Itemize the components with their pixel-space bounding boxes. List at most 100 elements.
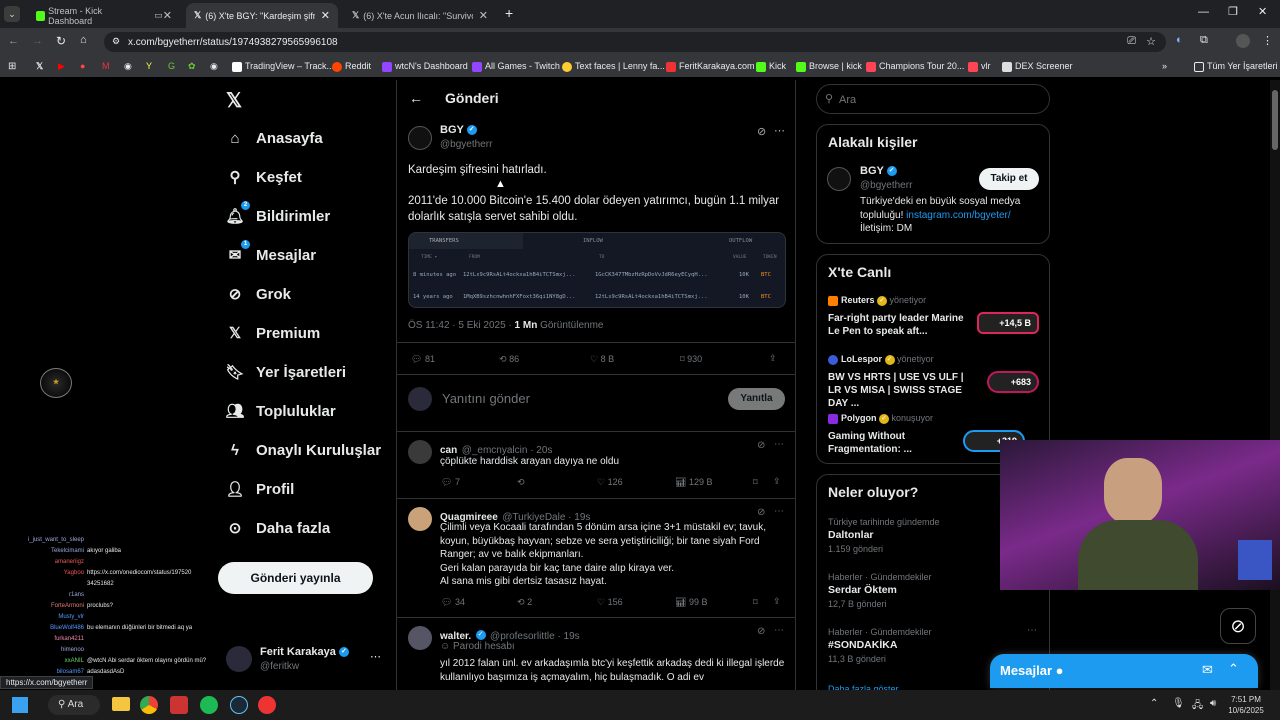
- back-icon[interactable]: ←: [8, 35, 19, 47]
- chrome-icon[interactable]: [140, 696, 158, 714]
- close-tab-icon[interactable]: ✕: [163, 9, 172, 22]
- extensions-puzzle-icon[interactable]: ⧉: [1200, 34, 1208, 47]
- reply-avatar[interactable]: [408, 507, 432, 531]
- minimize-icon[interactable]: —: [1198, 6, 1209, 18]
- reply-action[interactable]: 💬︎ 7: [441, 477, 460, 488]
- url-input[interactable]: ⚙ x.com/bgyetherr/status/197493827956599…: [104, 32, 1166, 52]
- bookmark-browse-kick[interactable]: Browse | kick: [796, 61, 862, 72]
- like-action[interactable]: ♡ 156: [597, 597, 623, 608]
- more-dots-icon[interactable]: ⋯: [774, 439, 784, 450]
- share-icon[interactable]: ⇪: [773, 596, 781, 607]
- bgy-avatar[interactable]: [408, 126, 432, 150]
- trend-name[interactable]: #SONDAKİKA: [828, 639, 897, 651]
- bookmark-leaf-icon[interactable]: ✿: [188, 61, 196, 72]
- more-dots-icon[interactable]: ⋯: [1027, 625, 1037, 636]
- grok-icon[interactable]: ⊘: [757, 440, 765, 451]
- obs-icon[interactable]: [258, 696, 276, 714]
- nav-explore[interactable]: ⚲ Keşfet: [226, 168, 302, 187]
- account-switcher[interactable]: Ferit Karakaya ✓ @feritkw ⋯: [226, 644, 384, 678]
- spotify-icon[interactable]: [200, 696, 218, 714]
- bookmark-gmail-icon[interactable]: M: [102, 61, 110, 71]
- more-bookmarks-icon[interactable]: »: [1162, 61, 1167, 71]
- tray-chevron-icon[interactable]: ⌃: [1150, 698, 1158, 709]
- file-explorer-icon[interactable]: [112, 697, 130, 711]
- trend-name[interactable]: Daltonlar: [828, 529, 874, 541]
- more-dots-icon[interactable]: ⋯: [774, 625, 784, 636]
- taskbar-search[interactable]: ⚲ Ara: [48, 695, 100, 715]
- reply-avatar[interactable]: [408, 440, 432, 464]
- post-button[interactable]: Gönderi yayınla: [218, 562, 373, 594]
- reply-action[interactable]: 💬︎ 34: [441, 597, 465, 608]
- new-tab-icon[interactable]: +: [505, 5, 513, 21]
- bookmark-icon[interactable]: ⌑: [753, 597, 758, 608]
- related-handle[interactable]: @bgyetherr: [860, 180, 912, 191]
- bookmark-action[interactable]: ⌑ 930: [680, 354, 702, 365]
- bookmark-star-icon[interactable]: ☆: [1146, 35, 1156, 48]
- more-dots-icon[interactable]: ⋯: [370, 650, 381, 663]
- bookmark-lenny[interactable]: Text faces | Lenny fa...: [562, 61, 665, 72]
- bookmark-icon[interactable]: ⌑: [753, 477, 758, 488]
- bookmark-dex-screener[interactable]: DEX Screener: [1002, 61, 1073, 72]
- bio-link[interactable]: instagram.com/bgyeter/: [906, 210, 1011, 221]
- bookmark-kick[interactable]: Kick: [756, 61, 786, 72]
- windows-start-icon[interactable]: [12, 697, 28, 713]
- apps-grid-icon[interactable]: ⊞: [8, 61, 16, 72]
- extension-icon[interactable]: ◐: [1176, 34, 1183, 46]
- nav-more[interactable]: ⊙ Daha fazla: [226, 519, 331, 538]
- follow-button[interactable]: Takip et: [979, 168, 1039, 190]
- home-icon[interactable]: ⌂: [80, 34, 87, 46]
- views-action[interactable]: 📊︎ 99 B: [675, 597, 707, 608]
- bookmark-x-icon[interactable]: 𝕏: [36, 61, 43, 72]
- x-logo-icon[interactable]: 𝕏: [226, 88, 242, 113]
- app-icon[interactable]: [170, 696, 188, 714]
- repost-action[interactable]: ⟲ 86: [499, 354, 519, 365]
- profile-avatar-icon[interactable]: [1236, 34, 1250, 48]
- bookmark-globe-icon[interactable]: ◉: [124, 61, 132, 72]
- bookmark-y-icon[interactable]: Y: [146, 61, 152, 71]
- live-item-title[interactable]: BW VS HRTS | USE VS ULF | LR VS MISA | S…: [828, 371, 978, 410]
- bookmark-wtcn[interactable]: wtcN's Dashboard: [382, 61, 468, 72]
- reload-icon[interactable]: ↻: [56, 34, 66, 48]
- page-scrollbar[interactable]: [1270, 80, 1280, 690]
- network-icon[interactable]: 🖧: [1192, 698, 1203, 715]
- messages-drawer[interactable]: Mesajlar ● ✉ ⌃: [990, 654, 1258, 688]
- nav-notifications[interactable]: 🔔︎ 2 Bildirimler: [225, 201, 330, 225]
- volume-icon[interactable]: 🔊︎: [1210, 698, 1216, 709]
- share-icon[interactable]: ⇪: [773, 476, 781, 487]
- repost-action[interactable]: ⟲: [517, 477, 525, 488]
- like-action[interactable]: ♡ 8 B: [590, 354, 614, 365]
- close-tab-icon[interactable]: ✕: [479, 9, 488, 22]
- post-handle[interactable]: @bgyetherr: [440, 139, 492, 150]
- reply-avatar[interactable]: [408, 626, 432, 650]
- views-action[interactable]: 📊︎ 129 B: [675, 477, 712, 488]
- grok-icon[interactable]: ⊘: [757, 125, 766, 138]
- tab-x-bgy[interactable]: 𝕏 (6) X'te BGY: "Kardeşim şifresini ✕: [186, 3, 338, 28]
- forward-icon[interactable]: →: [32, 35, 43, 47]
- tab-x-acun[interactable]: 𝕏 (6) X'te Acun Ilıcalı: "Survivor 20 ✕: [344, 3, 496, 28]
- repost-action[interactable]: ⟲ 2: [517, 597, 532, 608]
- bookmark-tradingview[interactable]: TradingView – Track...: [232, 61, 334, 72]
- more-dots-icon[interactable]: ⋯: [774, 506, 784, 517]
- related-name[interactable]: BGY: [860, 165, 884, 177]
- live-thumb[interactable]: +683: [987, 371, 1039, 393]
- trend-name[interactable]: Serdar Öktem: [828, 584, 897, 596]
- expand-chevron-icon[interactable]: ⌃: [1228, 661, 1239, 677]
- bookmark-g-icon[interactable]: G: [168, 61, 175, 71]
- restore-icon[interactable]: ❐: [1228, 5, 1238, 18]
- grok-icon[interactable]: ⊘: [757, 507, 765, 518]
- reply-input[interactable]: Yanıtını gönder: [442, 391, 530, 406]
- live-item-title[interactable]: Gaming Without Fragmentation: ...: [828, 430, 968, 456]
- tab-kick-dashboard[interactable]: Stream - Kick Dashboard ▭ ✕: [28, 3, 180, 28]
- nav-communities[interactable]: 👥︎ Topluluklar: [225, 402, 335, 421]
- taskbar-clock[interactable]: 7:51 PM 10/6/2025: [1228, 694, 1264, 716]
- nav-grok[interactable]: ⊘ Grok: [226, 285, 291, 304]
- site-info-icon[interactable]: ⚙: [112, 36, 120, 47]
- reply-submit-button[interactable]: Yanıtla: [728, 388, 785, 410]
- nav-verified-orgs[interactable]: ϟ Onaylı Kuruluşlar: [226, 441, 381, 459]
- post-time[interactable]: ÖS 11:42 · 5 Eki 2025 ·: [408, 320, 515, 331]
- search-input[interactable]: ⚲ Ara: [816, 84, 1050, 114]
- more-dots-icon[interactable]: ⋯: [774, 124, 785, 137]
- bookmark-champions-tour[interactable]: Champions Tour 20...: [866, 61, 964, 72]
- close-window-icon[interactable]: ✕: [1258, 5, 1267, 18]
- back-arrow-icon[interactable]: ←: [409, 90, 423, 106]
